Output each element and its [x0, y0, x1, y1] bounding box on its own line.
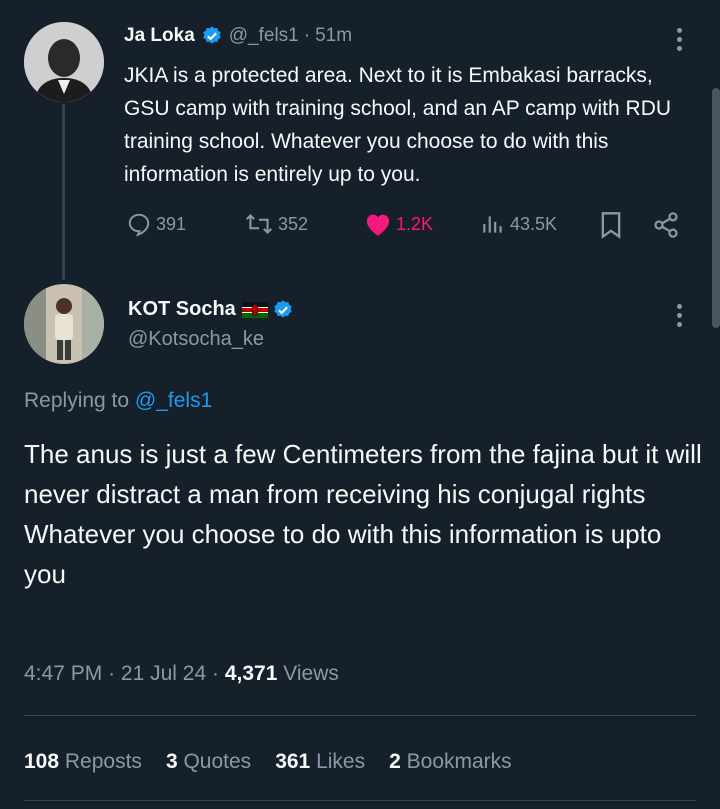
parent-author-row: Ja Loka @_fels1 · 51m — [124, 25, 352, 47]
verified-badge-icon — [201, 25, 223, 47]
parent-display-name[interactable]: Ja Loka — [124, 25, 195, 47]
views-count: 43.5K — [510, 213, 558, 234]
tweet-time[interactable]: 4:47 PM — [24, 662, 102, 685]
parent-time-ago[interactable]: 51m — [315, 25, 352, 47]
reply-action[interactable]: 391 — [126, 211, 186, 237]
bookmarks-stat-count: 2 — [389, 750, 401, 773]
likes-stat[interactable]: 361 Likes — [275, 750, 365, 774]
verified-badge-icon — [272, 299, 294, 321]
bookmarks-stat-label: Bookmarks — [406, 750, 512, 773]
reply-text-line2: Whatever you choose to do with this info… — [24, 519, 662, 589]
reply-tweet-text: The anus is just a few Centimeters from … — [24, 434, 704, 594]
tweet-date[interactable]: 21 Jul 24 — [121, 662, 206, 685]
thread-connector-line — [62, 104, 65, 280]
reply-count: 391 — [156, 213, 187, 234]
reply-author-row: KOT Socha — [128, 298, 294, 321]
replying-to-handle-link[interactable]: @_fels1 — [135, 389, 212, 412]
heart-filled-icon — [366, 214, 390, 236]
parent-tweet-text: JKIA is a protected area. Next to it is … — [124, 64, 672, 186]
parent-author-avatar[interactable] — [24, 22, 104, 102]
reposts-stat-count: 108 — [24, 750, 60, 773]
divider — [24, 715, 696, 716]
reply-text-line1: The anus is just a few Centimeters from … — [24, 439, 702, 509]
divider — [24, 800, 696, 801]
likes-stat-count: 361 — [275, 750, 311, 773]
likes-stat-label: Likes — [316, 750, 366, 773]
views-action[interactable]: 43.5K — [480, 211, 557, 237]
engagement-stats-row: 108 Reposts 3 Quotes 361 Likes 2 Bookmar… — [24, 750, 512, 774]
meta-dot: · — [211, 662, 219, 685]
repost-count: 352 — [278, 213, 309, 234]
quotes-stat-count: 3 — [165, 750, 178, 773]
repost-icon — [245, 213, 273, 235]
replying-to-label: Replying to — [24, 389, 130, 412]
share-icon[interactable] — [652, 211, 680, 239]
reply-more-options-icon[interactable] — [677, 304, 682, 327]
replying-to-line: Replying to @_fels1 — [24, 389, 212, 413]
reposts-stat-label: Reposts — [64, 750, 142, 773]
quotes-stat[interactable]: 3 Quotes — [166, 750, 251, 774]
reply-author-avatar[interactable] — [24, 284, 104, 364]
reply-display-name[interactable]: KOT Socha — [128, 298, 236, 321]
like-action[interactable]: 1.2K — [364, 211, 433, 237]
views-label: Views — [283, 662, 339, 685]
views-total: 4,371 — [224, 662, 278, 685]
reposts-stat[interactable]: 108 Reposts — [24, 750, 142, 774]
parent-more-options-icon[interactable] — [677, 28, 682, 51]
reply-handle[interactable]: @Kotsocha_ke — [128, 328, 264, 351]
quotes-stat-label: Quotes — [183, 750, 252, 773]
tweet-meta-row: 4:47 PM · 21 Jul 24 · 4,371 Views — [24, 662, 339, 686]
parent-handle[interactable]: @_fels1 — [229, 25, 299, 47]
like-count: 1.2K — [396, 213, 434, 234]
bookmark-icon[interactable] — [599, 211, 623, 239]
separator-dot: · — [303, 25, 311, 46]
views-chart-icon — [483, 216, 502, 233]
scrollbar[interactable] — [712, 88, 720, 328]
kenya-flag-icon — [241, 301, 268, 318]
bookmarks-stat[interactable]: 2 Bookmarks — [389, 750, 512, 774]
meta-dot: · — [108, 662, 116, 685]
repost-action[interactable]: 352 — [244, 211, 308, 237]
reply-icon — [128, 213, 150, 237]
